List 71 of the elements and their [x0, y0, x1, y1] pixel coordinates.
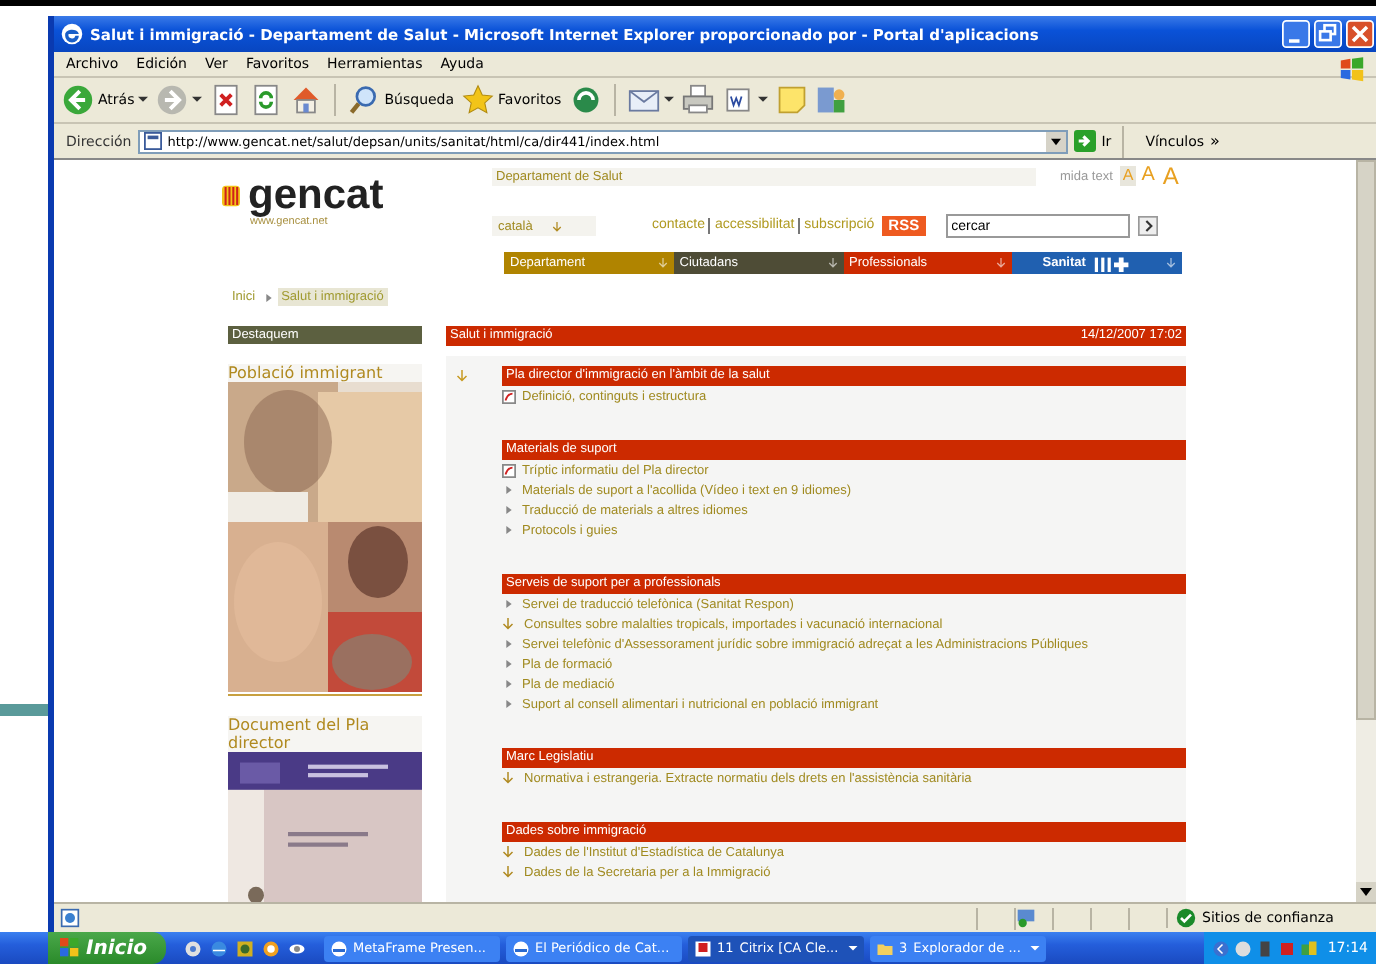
quick-launch-icon[interactable] [287, 939, 305, 957]
chevron-icon [265, 293, 272, 301]
browser-icon[interactable] [209, 939, 227, 957]
stop-icon[interactable] [210, 84, 243, 116]
start-button[interactable]: Inicio [48, 932, 165, 964]
down-arrow-icon [502, 866, 514, 878]
close-icon[interactable] [1346, 20, 1374, 48]
bullet-arrow-icon [506, 526, 512, 534]
flag-stripes-icon [222, 183, 240, 207]
down-arrow-icon [996, 258, 1007, 268]
browser-icon [329, 939, 347, 957]
folder-icon [875, 939, 893, 957]
star-icon[interactable] [462, 84, 495, 116]
bullet-arrow-icon [506, 486, 512, 494]
text-size-button[interactable]: A [1160, 166, 1181, 186]
bullet-arrow-icon [506, 600, 512, 608]
scroll-down-icon[interactable] [1356, 882, 1376, 902]
more-chevron[interactable]: » [1210, 132, 1220, 150]
down-arrow-icon [502, 846, 514, 858]
check-icon [1176, 908, 1196, 928]
caret-icon[interactable] [757, 96, 768, 104]
down-arrow-icon [502, 618, 514, 630]
caret-icon [847, 945, 857, 951]
printer-icon[interactable] [681, 84, 714, 116]
bullet-arrow-icon [506, 680, 512, 688]
refresh-icon[interactable] [250, 84, 283, 116]
home-icon[interactable] [290, 84, 323, 116]
minimize-icon[interactable] [1282, 20, 1310, 48]
caret-icon[interactable] [663, 96, 674, 104]
logo-text[interactable]: gencat [248, 174, 384, 216]
caret-icon[interactable] [138, 96, 149, 104]
window-edge-fragment [0, 704, 48, 716]
quick-launch-icon[interactable] [235, 939, 253, 957]
bars-cross-logo-icon [1093, 255, 1134, 271]
text-size-button[interactable]: A [1139, 166, 1157, 186]
caret-icon [1029, 945, 1039, 951]
browser-icon [60, 22, 84, 46]
windows-flag-icon [1336, 54, 1368, 86]
down-arrow-icon [1166, 258, 1176, 268]
bullet-arrow-icon [506, 660, 512, 668]
sidebar-heading[interactable]: Document del Pla director [228, 716, 422, 752]
browser-icon [511, 939, 529, 957]
bullet-arrow-icon [506, 506, 512, 514]
media-icon[interactable] [569, 84, 602, 116]
mail-icon[interactable] [627, 84, 660, 116]
go-arrow-icon[interactable] [1073, 130, 1096, 152]
quick-launch-icon[interactable] [261, 939, 279, 957]
down-arrow-icon [502, 772, 514, 784]
back-arrow-icon[interactable] [62, 84, 94, 116]
down-arrow-icon [657, 258, 668, 268]
bullet-arrow-icon [506, 700, 512, 708]
down-arrow-icon [552, 221, 563, 231]
down-arrow-icon [827, 258, 837, 268]
bullet-arrow-icon [506, 640, 512, 648]
restore-icon[interactable] [1314, 20, 1342, 48]
page-icon [143, 132, 162, 150]
dropdown-icon[interactable] [1045, 131, 1066, 151]
document-icon[interactable] [721, 84, 754, 116]
page-icon [60, 908, 80, 928]
app-icon [693, 939, 711, 957]
pdf-icon [502, 389, 516, 403]
search-submit-icon[interactable] [1137, 216, 1158, 236]
pdf-icon [502, 463, 516, 477]
text-size-button[interactable]: A [1120, 166, 1136, 186]
quick-launch-icon[interactable] [183, 939, 201, 957]
caret-icon[interactable] [192, 96, 203, 104]
scrollbar[interactable] [1356, 160, 1376, 902]
tray-icon[interactable] [1211, 939, 1230, 957]
search-icon[interactable] [348, 84, 381, 116]
sidebar-heading[interactable]: Població immigrant [228, 364, 422, 382]
windows-flag-icon [60, 938, 80, 958]
